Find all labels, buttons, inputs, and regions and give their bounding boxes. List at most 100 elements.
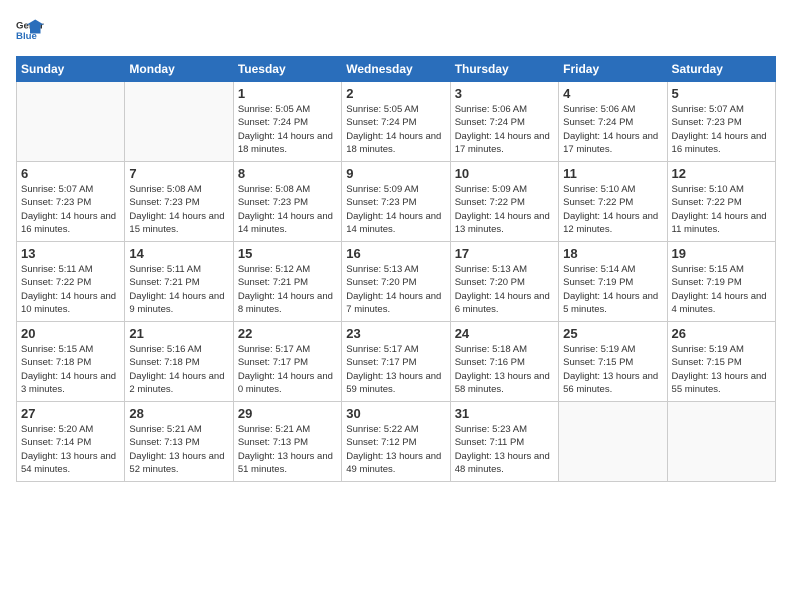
calendar-cell: 18 Sunrise: 5:14 AM Sunset: 7:19 PM Dayli… <box>559 242 667 322</box>
weekday-header-monday: Monday <box>125 57 233 82</box>
cell-info: Sunrise: 5:11 AM Sunset: 7:22 PM Dayligh… <box>21 263 120 316</box>
calendar-cell: 22 Sunrise: 5:17 AM Sunset: 7:17 PM Dayli… <box>233 322 341 402</box>
calendar-cell: 10Sunrise: 5:09 AM Sunset: 7:22 PM Dayli… <box>450 162 558 242</box>
calendar-cell: 16 Sunrise: 5:13 AM Sunset: 7:20 PM Dayli… <box>342 242 450 322</box>
cell-info: Sunrise: 5:21 AM Sunset: 7:13 PM Dayligh… <box>238 423 337 476</box>
cell-info: Sunrise: 5:13 AM Sunset: 7:20 PM Dayligh… <box>346 263 445 316</box>
calendar-cell: 5 Sunrise: 5:07 AM Sunset: 7:23 PM Daylig… <box>667 82 775 162</box>
calendar-cell: 31 Sunrise: 5:23 AM Sunset: 7:11 PM Dayli… <box>450 402 558 482</box>
day-number: 2 <box>346 86 445 101</box>
calendar-cell: 8 Sunrise: 5:08 AM Sunset: 7:23 PM Daylig… <box>233 162 341 242</box>
day-number: 28 <box>129 406 228 421</box>
cell-info: Sunrise: 5:17 AM Sunset: 7:17 PM Dayligh… <box>346 343 445 396</box>
calendar-cell <box>667 402 775 482</box>
calendar-cell: 14 Sunrise: 5:11 AM Sunset: 7:21 PM Dayli… <box>125 242 233 322</box>
cell-info: Sunrise: 5:08 AM Sunset: 7:23 PM Dayligh… <box>129 183 228 236</box>
week-row-3: 13Sunrise: 5:11 AM Sunset: 7:22 PM Dayli… <box>17 242 776 322</box>
day-number: 30 <box>346 406 445 421</box>
cell-info: Sunrise: 5:05 AM Sunset: 7:24 PM Dayligh… <box>238 103 337 156</box>
day-number: 21 <box>129 326 228 341</box>
day-number: 25 <box>563 326 662 341</box>
cell-info: Sunrise: 5:11 AM Sunset: 7:21 PM Dayligh… <box>129 263 228 316</box>
day-number: 20 <box>21 326 120 341</box>
calendar-cell: 20 Sunrise: 5:15 AM Sunset: 7:18 PM Dayli… <box>17 322 125 402</box>
cell-info: Sunrise: 5:15 AM Sunset: 7:19 PM Dayligh… <box>672 263 771 316</box>
logo-icon: General Blue <box>16 16 44 44</box>
cell-info: Sunrise: 5:10 AM Sunset: 7:22 PM Dayligh… <box>563 183 662 236</box>
cell-info: Sunrise: 5:06 AM Sunset: 7:24 PM Dayligh… <box>563 103 662 156</box>
week-row-5: 27 Sunrise: 5:20 AM Sunset: 7:14 PM Dayli… <box>17 402 776 482</box>
week-row-4: 20 Sunrise: 5:15 AM Sunset: 7:18 PM Dayli… <box>17 322 776 402</box>
cell-info: Sunrise: 5:09 AM Sunset: 7:23 PM Dayligh… <box>346 183 445 236</box>
weekday-header-sunday: Sunday <box>17 57 125 82</box>
calendar-cell: 9Sunrise: 5:09 AM Sunset: 7:23 PM Daylig… <box>342 162 450 242</box>
day-number: 29 <box>238 406 337 421</box>
calendar-cell <box>17 82 125 162</box>
cell-info: Sunrise: 5:05 AM Sunset: 7:24 PM Dayligh… <box>346 103 445 156</box>
calendar-cell: 4 Sunrise: 5:06 AM Sunset: 7:24 PM Daylig… <box>559 82 667 162</box>
cell-info: Sunrise: 5:07 AM Sunset: 7:23 PM Dayligh… <box>21 183 120 236</box>
day-number: 17 <box>455 246 554 261</box>
calendar-cell: 12Sunrise: 5:10 AM Sunset: 7:22 PM Dayli… <box>667 162 775 242</box>
calendar-cell <box>125 82 233 162</box>
day-number: 10 <box>455 166 554 181</box>
day-number: 5 <box>672 86 771 101</box>
cell-info: Sunrise: 5:07 AM Sunset: 7:23 PM Dayligh… <box>672 103 771 156</box>
logo: General Blue <box>16 16 48 44</box>
calendar-cell: 17Sunrise: 5:13 AM Sunset: 7:20 PM Dayli… <box>450 242 558 322</box>
day-number: 4 <box>563 86 662 101</box>
day-number: 23 <box>346 326 445 341</box>
day-number: 15 <box>238 246 337 261</box>
calendar-cell: 29 Sunrise: 5:21 AM Sunset: 7:13 PM Dayli… <box>233 402 341 482</box>
weekday-header-thursday: Thursday <box>450 57 558 82</box>
day-number: 18 <box>563 246 662 261</box>
day-number: 26 <box>672 326 771 341</box>
cell-info: Sunrise: 5:20 AM Sunset: 7:14 PM Dayligh… <box>21 423 120 476</box>
calendar-cell: 2 Sunrise: 5:05 AM Sunset: 7:24 PM Daylig… <box>342 82 450 162</box>
calendar-table: SundayMondayTuesdayWednesdayThursdayFrid… <box>16 56 776 482</box>
cell-info: Sunrise: 5:19 AM Sunset: 7:15 PM Dayligh… <box>672 343 771 396</box>
cell-info: Sunrise: 5:21 AM Sunset: 7:13 PM Dayligh… <box>129 423 228 476</box>
cell-info: Sunrise: 5:18 AM Sunset: 7:16 PM Dayligh… <box>455 343 554 396</box>
weekday-header-wednesday: Wednesday <box>342 57 450 82</box>
calendar-cell: 13Sunrise: 5:11 AM Sunset: 7:22 PM Dayli… <box>17 242 125 322</box>
cell-info: Sunrise: 5:23 AM Sunset: 7:11 PM Dayligh… <box>455 423 554 476</box>
cell-info: Sunrise: 5:14 AM Sunset: 7:19 PM Dayligh… <box>563 263 662 316</box>
day-number: 24 <box>455 326 554 341</box>
week-row-1: 1 Sunrise: 5:05 AM Sunset: 7:24 PM Daylig… <box>17 82 776 162</box>
cell-info: Sunrise: 5:16 AM Sunset: 7:18 PM Dayligh… <box>129 343 228 396</box>
day-number: 14 <box>129 246 228 261</box>
weekday-header-saturday: Saturday <box>667 57 775 82</box>
calendar-cell: 1 Sunrise: 5:05 AM Sunset: 7:24 PM Daylig… <box>233 82 341 162</box>
day-number: 1 <box>238 86 337 101</box>
calendar-cell: 15 Sunrise: 5:12 AM Sunset: 7:21 PM Dayli… <box>233 242 341 322</box>
calendar-cell: 21 Sunrise: 5:16 AM Sunset: 7:18 PM Dayli… <box>125 322 233 402</box>
day-number: 16 <box>346 246 445 261</box>
week-row-2: 6 Sunrise: 5:07 AM Sunset: 7:23 PM Daylig… <box>17 162 776 242</box>
day-number: 3 <box>455 86 554 101</box>
day-number: 22 <box>238 326 337 341</box>
calendar-cell: 6 Sunrise: 5:07 AM Sunset: 7:23 PM Daylig… <box>17 162 125 242</box>
weekday-header-friday: Friday <box>559 57 667 82</box>
day-number: 11 <box>563 166 662 181</box>
calendar-cell: 28 Sunrise: 5:21 AM Sunset: 7:13 PM Dayli… <box>125 402 233 482</box>
weekday-header-tuesday: Tuesday <box>233 57 341 82</box>
cell-info: Sunrise: 5:08 AM Sunset: 7:23 PM Dayligh… <box>238 183 337 236</box>
day-number: 19 <box>672 246 771 261</box>
calendar-cell: 19 Sunrise: 5:15 AM Sunset: 7:19 PM Dayli… <box>667 242 775 322</box>
cell-info: Sunrise: 5:15 AM Sunset: 7:18 PM Dayligh… <box>21 343 120 396</box>
day-number: 6 <box>21 166 120 181</box>
header: General Blue <box>16 16 776 44</box>
calendar-cell: 3 Sunrise: 5:06 AM Sunset: 7:24 PM Daylig… <box>450 82 558 162</box>
calendar-cell: 7Sunrise: 5:08 AM Sunset: 7:23 PM Daylig… <box>125 162 233 242</box>
calendar-cell: 26 Sunrise: 5:19 AM Sunset: 7:15 PM Dayli… <box>667 322 775 402</box>
cell-info: Sunrise: 5:06 AM Sunset: 7:24 PM Dayligh… <box>455 103 554 156</box>
day-number: 31 <box>455 406 554 421</box>
calendar-cell: 27 Sunrise: 5:20 AM Sunset: 7:14 PM Dayli… <box>17 402 125 482</box>
day-number: 27 <box>21 406 120 421</box>
cell-info: Sunrise: 5:19 AM Sunset: 7:15 PM Dayligh… <box>563 343 662 396</box>
day-number: 8 <box>238 166 337 181</box>
cell-info: Sunrise: 5:17 AM Sunset: 7:17 PM Dayligh… <box>238 343 337 396</box>
cell-info: Sunrise: 5:12 AM Sunset: 7:21 PM Dayligh… <box>238 263 337 316</box>
calendar-cell: 11 Sunrise: 5:10 AM Sunset: 7:22 PM Dayli… <box>559 162 667 242</box>
